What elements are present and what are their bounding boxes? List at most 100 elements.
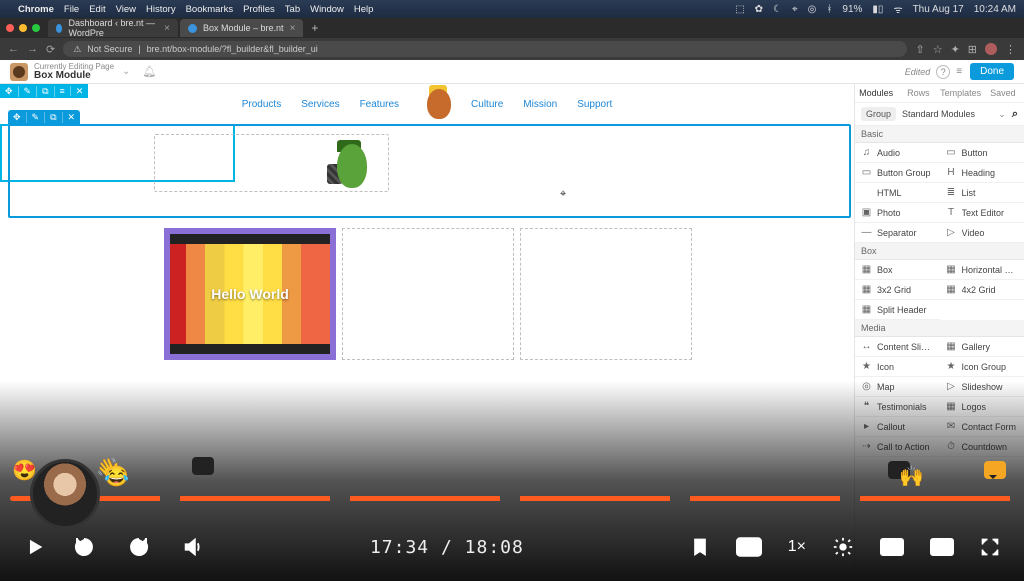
media-module-icon[interactable]: ★Icon: [855, 357, 940, 377]
battery-icon[interactable]: ▮▯: [872, 4, 883, 15]
share-icon[interactable]: ⇧: [915, 43, 924, 56]
menu-bookmarks[interactable]: Bookmarks: [186, 4, 234, 15]
wrench-icon[interactable]: ✎: [27, 112, 46, 123]
media-module-call-to-action[interactable]: ⇢Call to Action: [855, 437, 940, 457]
nav-features[interactable]: Features: [360, 99, 399, 110]
sync-icon[interactable]: ✿: [755, 4, 763, 15]
theater-button[interactable]: [880, 538, 904, 556]
captions-button[interactable]: cc: [736, 537, 762, 557]
basic-module-button[interactable]: ▭Button: [940, 143, 1024, 163]
rewind-5-button[interactable]: 5: [72, 535, 101, 559]
menubar-date[interactable]: Thu Aug 17: [913, 4, 964, 15]
box-module-box[interactable]: ▦Box: [855, 260, 940, 280]
tab-modules[interactable]: Modules: [855, 84, 897, 102]
menu-file[interactable]: File: [64, 4, 79, 15]
media-module-slideshow[interactable]: ▷Slideshow: [940, 377, 1024, 397]
basic-module-list[interactable]: ≣List: [940, 183, 1024, 203]
profile-avatar[interactable]: [985, 43, 997, 55]
duplicate-icon[interactable]: ⧉: [37, 86, 54, 97]
basic-module-button-group[interactable]: ▭Button Group: [855, 163, 940, 183]
bluetooth-icon[interactable]: ᚼ: [826, 4, 832, 15]
tab-saved[interactable]: Saved: [982, 84, 1024, 102]
outline-icon[interactable]: ≡: [956, 66, 962, 77]
pip-button[interactable]: [930, 538, 954, 556]
tab-rows[interactable]: Rows: [897, 84, 939, 102]
menu-edit[interactable]: Edit: [89, 4, 105, 15]
hello-world-card[interactable]: Hello World: [164, 228, 336, 360]
browser-tab-0[interactable]: Dashboard ‹ bre.nt — WordPre ×: [48, 19, 178, 37]
forward-5-button[interactable]: 5: [127, 535, 156, 559]
menu-help[interactable]: Help: [354, 4, 374, 15]
star-icon[interactable]: ☆: [933, 43, 943, 56]
kebab-menu-icon[interactable]: ⋮: [1005, 43, 1016, 56]
builder-logo-icon[interactable]: [10, 63, 28, 81]
group-select[interactable]: Standard Modules: [902, 109, 992, 119]
volume-button[interactable]: [182, 536, 204, 558]
duplicate-icon[interactable]: ⧉: [45, 112, 62, 123]
dropbox-icon[interactable]: ⬚: [735, 4, 744, 15]
basic-module-text-editor[interactable]: TText Editor: [940, 203, 1024, 223]
tab-close-icon[interactable]: ×: [164, 23, 170, 34]
move-icon[interactable]: ✥: [8, 112, 27, 123]
basic-module-html[interactable]: HTML: [855, 183, 940, 203]
row-outline[interactable]: [8, 124, 851, 218]
media-module-contact-form[interactable]: ✉Contact Form: [940, 417, 1024, 437]
extensions-icon[interactable]: ✦: [951, 43, 960, 56]
help-icon[interactable]: ?: [936, 65, 950, 79]
empty-card-3[interactable]: [520, 228, 692, 360]
display-icon[interactable]: ◎: [808, 4, 817, 15]
close-icon[interactable]: ✕: [63, 112, 81, 123]
search-icon[interactable]: ⌕: [1012, 108, 1018, 121]
empty-card-2[interactable]: [342, 228, 514, 360]
box-module-split-header[interactable]: ▦Split Header: [855, 300, 940, 320]
box-module-4x2-grid[interactable]: ▦4x2 Grid: [940, 280, 1024, 300]
empty-column-left[interactable]: [154, 134, 389, 192]
reload-button[interactable]: ⟳: [46, 43, 55, 56]
puzzle-icon[interactable]: ⊞: [968, 43, 977, 56]
columns-icon[interactable]: ≡: [55, 86, 71, 96]
nav-support[interactable]: Support: [577, 99, 612, 110]
menu-window[interactable]: Window: [310, 4, 344, 15]
site-logo-icon[interactable]: [419, 89, 451, 119]
forward-button[interactable]: →: [27, 43, 38, 55]
basic-module-video[interactable]: ▷Video: [940, 223, 1024, 243]
basic-module-heading[interactable]: HHeading: [940, 163, 1024, 183]
menubar-time[interactable]: 10:24 AM: [974, 4, 1016, 15]
menubar-app[interactable]: Chrome: [18, 4, 54, 15]
wrench-icon[interactable]: ✎: [19, 86, 38, 97]
box-module-horizontal-s-[interactable]: ▦Horizontal S...: [940, 260, 1024, 280]
tab-templates[interactable]: Templates: [940, 84, 982, 102]
basic-module-separator[interactable]: —Separator: [855, 223, 940, 243]
media-module-logos[interactable]: ▦Logos: [940, 397, 1024, 417]
browser-tab-1[interactable]: Box Module – bre.nt ×: [180, 19, 303, 37]
nav-culture[interactable]: Culture: [471, 99, 503, 110]
chevron-down-icon[interactable]: ⌄: [998, 109, 1006, 120]
back-button[interactable]: ←: [8, 43, 19, 55]
play-button[interactable]: [24, 536, 46, 558]
media-module-map[interactable]: ◎Map: [855, 377, 940, 397]
settings-button[interactable]: [832, 536, 854, 558]
media-module-content-slider[interactable]: ↔Content Slider: [855, 337, 940, 357]
builder-title[interactable]: Currently Editing Page Box Module: [34, 63, 114, 81]
builder-canvas[interactable]: Products Services Features Culture Missi…: [0, 84, 854, 581]
menu-tab[interactable]: Tab: [285, 4, 300, 15]
done-button[interactable]: Done: [970, 63, 1014, 80]
bell-icon[interactable]: 🔔︎: [142, 65, 156, 78]
box-module-3x2-grid[interactable]: ▦3x2 Grid: [855, 280, 940, 300]
address-bar[interactable]: ⚠ Not Secure | bre.nt/box-module/?fl_bui…: [63, 41, 907, 57]
media-module-gallery[interactable]: ▦Gallery: [940, 337, 1024, 357]
move-icon[interactable]: ✥: [0, 86, 19, 97]
bookmark-button[interactable]: [690, 536, 710, 558]
nav-products[interactable]: Products: [242, 99, 281, 110]
window-controls[interactable]: [6, 24, 40, 32]
menu-view[interactable]: View: [116, 4, 136, 15]
module-toolbar[interactable]: ✥ ✎ ⧉ ≡ ✕: [0, 84, 88, 98]
media-module-callout[interactable]: ▸Callout: [855, 417, 940, 437]
nav-services[interactable]: Services: [301, 99, 339, 110]
chevron-down-icon[interactable]: ⌄: [122, 66, 130, 77]
clock-icon[interactable]: ⌖: [792, 4, 798, 15]
media-module-countdown[interactable]: ⏱Countdown: [940, 437, 1024, 457]
media-module-testimonials[interactable]: ❝Testimonials: [855, 397, 940, 417]
new-tab-button[interactable]: +: [305, 21, 324, 35]
speed-button[interactable]: 1×: [788, 538, 806, 556]
